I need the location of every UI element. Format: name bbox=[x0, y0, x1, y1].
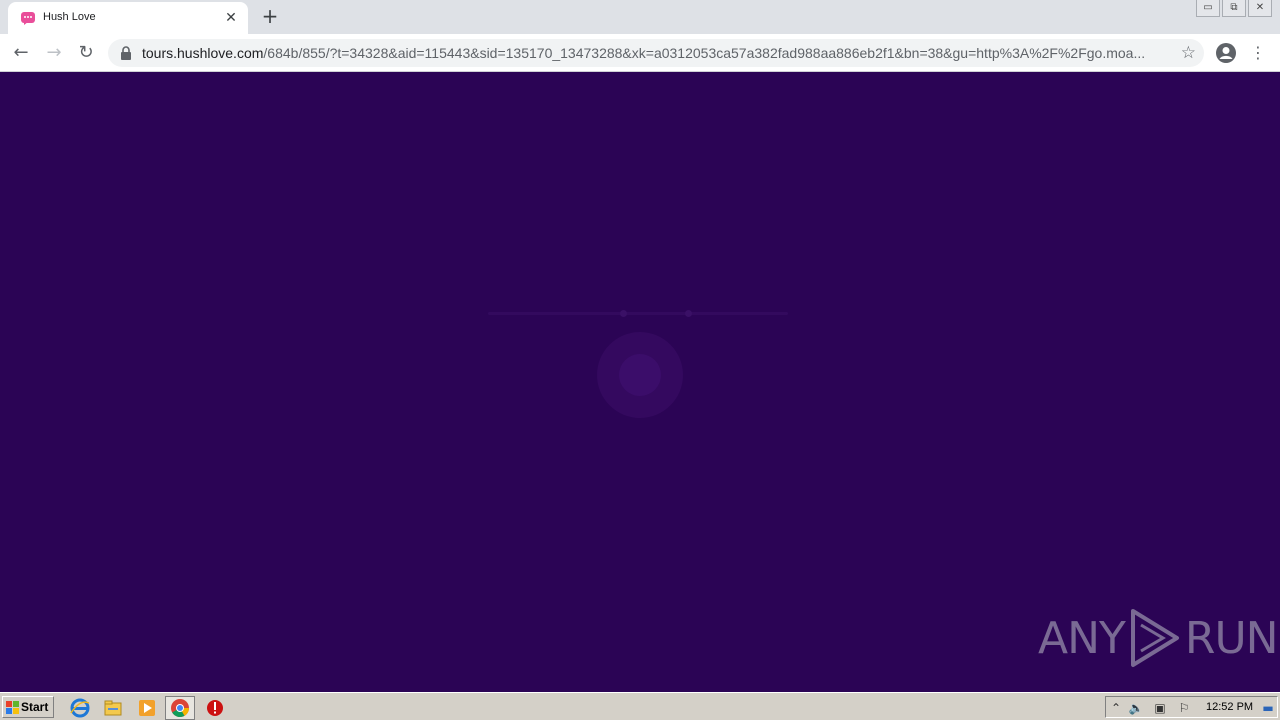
file-explorer-icon[interactable] bbox=[102, 697, 124, 719]
reload-button[interactable]: ↻ bbox=[73, 40, 99, 66]
start-button[interactable]: Start bbox=[2, 696, 54, 718]
browser-toolbar: ← → ↻ tours.hushlove.com/684b/855/?t=343… bbox=[0, 34, 1280, 72]
profile-avatar-icon[interactable] bbox=[1215, 42, 1237, 64]
play-logo-icon bbox=[1130, 609, 1179, 667]
faint-dot bbox=[685, 310, 692, 317]
system-tray: ⌃ 🔈 ▣ ⚐ 12:52 PM ▬ bbox=[1105, 696, 1278, 718]
loading-spinner-core bbox=[619, 354, 661, 396]
start-label: Start bbox=[21, 700, 49, 714]
tab-hush-love[interactable]: Hush Love ✕ bbox=[8, 2, 248, 34]
url-text[interactable]: tours.hushlove.com/684b/855/?t=34328&aid… bbox=[142, 45, 1172, 61]
address-bar[interactable]: tours.hushlove.com/684b/855/?t=34328&aid… bbox=[108, 39, 1204, 67]
up-arrow-icon[interactable]: ⌃ bbox=[1108, 700, 1124, 716]
chrome-taskbar-button[interactable] bbox=[165, 696, 195, 720]
new-tab-button[interactable]: + bbox=[258, 5, 282, 29]
faint-dot bbox=[620, 310, 627, 317]
faint-progress-line bbox=[488, 312, 788, 315]
volume-icon[interactable]: 🔈 bbox=[1128, 700, 1144, 716]
minimize-button[interactable]: ▭ bbox=[1196, 0, 1220, 17]
hushlove-favicon-icon bbox=[21, 12, 35, 25]
close-window-button[interactable]: ✕ bbox=[1248, 0, 1272, 17]
tab-title: Hush Love bbox=[43, 11, 96, 23]
watermark-right-text: RUN bbox=[1184, 612, 1279, 664]
watermark-left-text: ANY bbox=[1038, 612, 1126, 664]
network-icon[interactable]: ▣ bbox=[1152, 700, 1168, 716]
desktop-icon[interactable]: ▬ bbox=[1260, 700, 1276, 716]
tab-strip: Hush Love ✕ + ▭ ⧉ ✕ bbox=[0, 0, 1280, 34]
anyrun-watermark: ANY RUN bbox=[1038, 607, 1279, 669]
security-alert-icon[interactable] bbox=[204, 697, 226, 719]
browser-menu-icon[interactable]: ⋮ bbox=[1248, 40, 1268, 66]
taskbar: Start ⌃ 🔈 ▣ ⚐ 12:52 PM ▬ bbox=[0, 692, 1280, 720]
windows-logo-icon bbox=[6, 701, 19, 714]
forward-button[interactable]: → bbox=[41, 40, 67, 66]
flag-icon[interactable]: ⚐ bbox=[1176, 700, 1192, 716]
url-host: tours.hushlove.com bbox=[142, 45, 264, 61]
window-controls: ▭ ⧉ ✕ bbox=[1196, 0, 1272, 18]
lock-icon bbox=[121, 46, 131, 60]
url-path: /684b/855/?t=34328&aid=115443&sid=135170… bbox=[263, 45, 1146, 61]
back-button[interactable]: ← bbox=[8, 40, 34, 66]
internet-explorer-icon[interactable] bbox=[69, 697, 91, 719]
restore-button[interactable]: ⧉ bbox=[1222, 0, 1246, 17]
clock[interactable]: 12:52 PM bbox=[1206, 701, 1253, 713]
chrome-icon bbox=[171, 699, 189, 718]
media-player-icon[interactable] bbox=[136, 697, 158, 719]
bookmark-star-icon[interactable]: ☆ bbox=[1181, 43, 1196, 63]
page-content: ANY RUN bbox=[0, 72, 1280, 691]
close-tab-icon[interactable]: ✕ bbox=[222, 9, 240, 27]
